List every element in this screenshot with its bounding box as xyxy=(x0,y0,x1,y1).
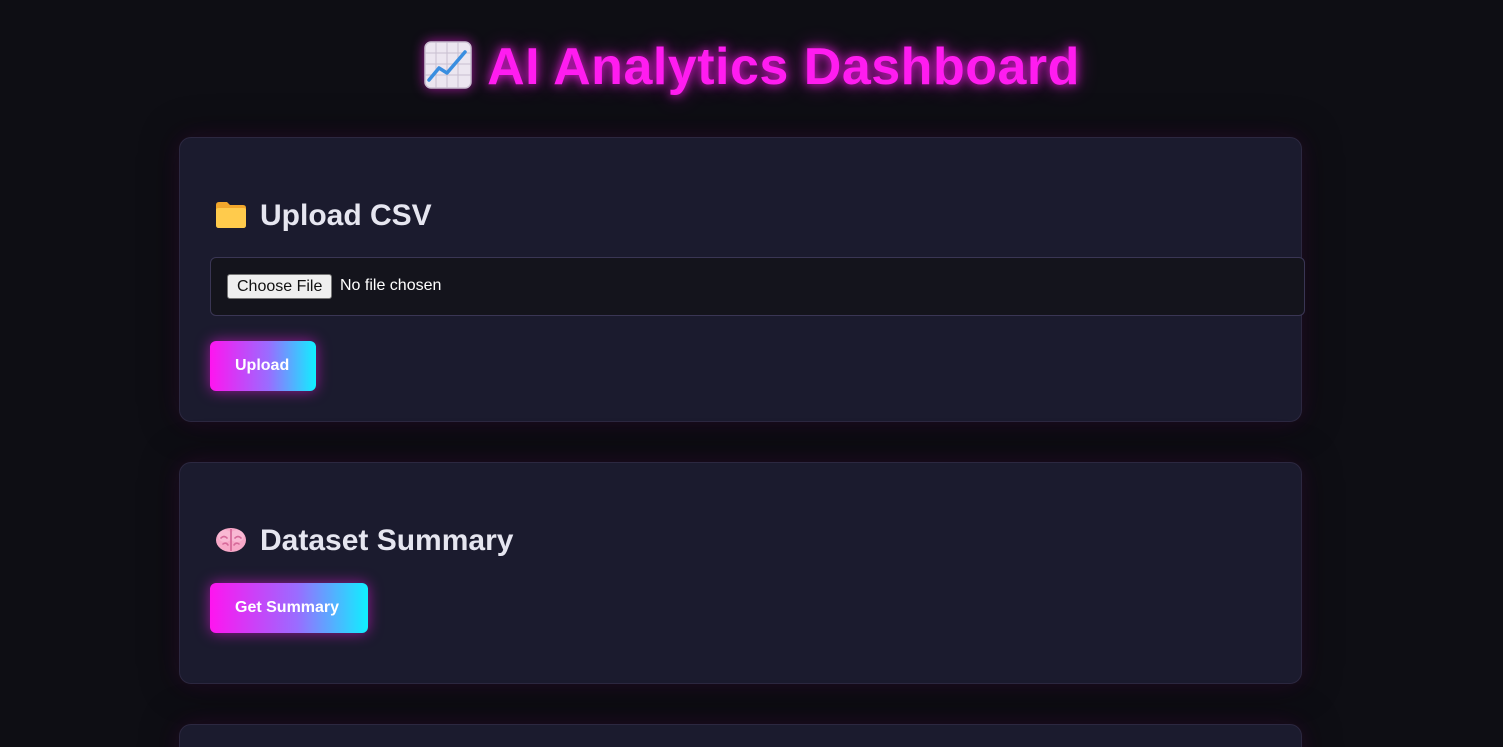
upload-heading: Upload CSV xyxy=(214,197,432,234)
summary-heading: Dataset Summary xyxy=(214,522,513,559)
upload-heading-text: Upload CSV xyxy=(260,199,432,232)
brain-icon xyxy=(216,528,246,552)
chart-increasing-icon xyxy=(424,41,472,89)
summary-card: Dataset Summary Get Summary xyxy=(179,462,1302,684)
page-title: AI Analytics Dashboard xyxy=(0,36,1503,98)
upload-button[interactable]: Upload xyxy=(210,341,316,391)
summary-heading-text: Dataset Summary xyxy=(260,524,514,557)
page-title-text: AI Analytics Dashboard xyxy=(487,38,1080,96)
get-summary-button[interactable]: Get Summary xyxy=(210,583,368,633)
folder-icon xyxy=(216,202,246,228)
file-input[interactable]: Choose File No file chosen xyxy=(210,257,1305,316)
choose-file-button[interactable]: Choose File xyxy=(227,274,333,299)
next-card xyxy=(179,724,1302,747)
file-status-text: No file chosen xyxy=(340,277,442,294)
upload-card: Upload CSV Choose File No file chosen Up… xyxy=(179,137,1305,422)
dashboard-page: AI Analytics Dashboard Upload CSV Choose… xyxy=(0,0,1503,747)
